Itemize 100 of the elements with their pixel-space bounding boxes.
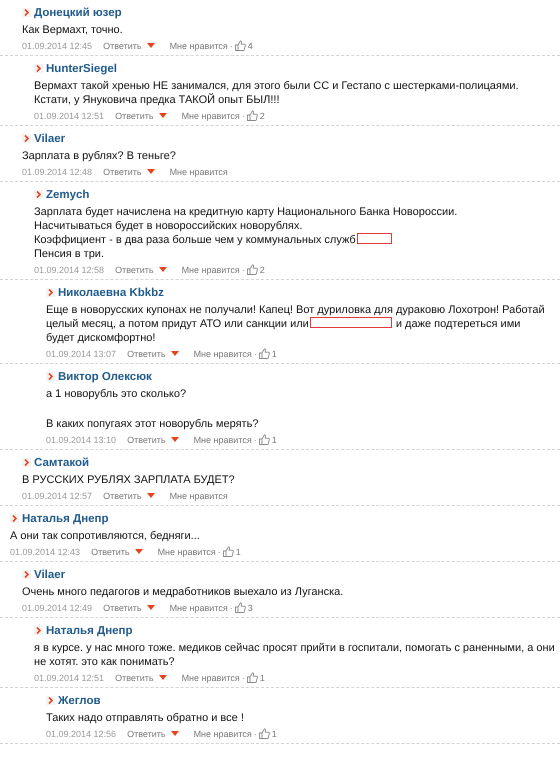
separator-dot: · [230, 602, 233, 612]
author-link[interactable]: Vilaer [34, 132, 66, 144]
comment-text: и даже подтереться ими [396, 318, 520, 330]
like-count: 1 [236, 546, 241, 556]
comment-text: Насчитываться будет в новороссийских новорублях. [34, 220, 302, 232]
thumbs-up-icon [246, 110, 258, 121]
caret-icon[interactable] [146, 605, 155, 610]
comment-date: 01.09.2014 12:49 [22, 602, 92, 612]
like-link[interactable]: Мне нравится [170, 490, 228, 500]
like-count: 4 [248, 40, 253, 50]
thumbs-up-icon [234, 40, 246, 51]
comment-text: Как Вермахт, точно. [22, 24, 123, 36]
like-link[interactable]: Мне нравится [194, 728, 252, 738]
thumbs-up-icon [258, 434, 270, 445]
caret-icon[interactable] [158, 267, 167, 272]
comment-date: 01.09.2014 12:48 [22, 166, 92, 176]
chevron-icon [22, 8, 31, 17]
caret-icon[interactable] [170, 351, 179, 356]
author-link[interactable]: Vilaer [34, 568, 66, 580]
separator-dot: · [242, 110, 245, 120]
separator-dot: · [242, 672, 245, 682]
redaction-box [356, 233, 392, 244]
author-link[interactable]: Донецкий юзер [34, 6, 122, 18]
author-link[interactable]: Самтакой [34, 456, 90, 468]
like-count: 2 [260, 110, 265, 120]
author-link[interactable]: HunterSiegel [46, 62, 117, 74]
comment-date: 01.09.2014 12:45 [22, 40, 92, 50]
like-count: 1 [272, 348, 277, 358]
chevron-icon [10, 514, 19, 523]
chevron-icon [22, 134, 31, 143]
chevron-icon [46, 288, 55, 297]
comment-text: Зарплата будет начислена на кредитную карту Национального Банка Новороссии. [34, 206, 458, 218]
like-link[interactable]: Мне нравится [170, 602, 228, 612]
comment-text: Пенсия в три. [34, 248, 104, 260]
comment-text: Таких надо отправлять обратно и все ! [46, 712, 244, 724]
caret-icon[interactable] [146, 493, 155, 498]
author-link[interactable]: Наталья Днепр [46, 624, 133, 636]
reply-link[interactable]: Ответить [115, 110, 154, 120]
like-link[interactable]: Мне нравится [170, 40, 228, 50]
like-count: 1 [272, 434, 277, 444]
comment-text: Очень много педагогов и медработников выехало из Луганска. [22, 586, 344, 598]
caret-icon[interactable] [146, 43, 155, 48]
separator-dot: · [254, 348, 257, 358]
author-link[interactable]: Zemych [46, 188, 90, 200]
separator-dot: · [218, 546, 221, 556]
reply-link[interactable]: Ответить [103, 166, 142, 176]
comment-date: 01.09.2014 12:51 [34, 672, 104, 682]
comment-text: Вермахт такой хренью НЕ занимался, для этого были СС и Гестапо с шестерками-полицаями. Кстати, у Януковича предка ТАКОЙ опыт БЫЛ!!! [34, 80, 519, 106]
comment-text: Еще в новорусских купонах не получали! Капец! Вот дуриловка для дураковю Лохотрон! Работай [46, 304, 545, 316]
comment-text: Зарплата в рублях? В теньге? [22, 150, 176, 162]
like-link[interactable]: Мне нравится [182, 264, 240, 274]
comment-date: 01.09.2014 12:43 [10, 546, 80, 556]
thumbs-up-icon [246, 264, 258, 275]
caret-icon[interactable] [158, 113, 167, 118]
chevron-icon [46, 372, 55, 381]
comment-text: В РУССКИХ РУБЛЯХ ЗАРПЛАТА БУДЕТ? [22, 474, 235, 486]
caret-icon[interactable] [170, 731, 179, 736]
like-link[interactable]: Мне нравится [182, 110, 240, 120]
like-count: 1 [260, 672, 265, 682]
caret-icon[interactable] [134, 549, 143, 554]
caret-icon[interactable] [158, 675, 167, 680]
caret-icon[interactable] [170, 437, 179, 442]
reply-link[interactable]: Ответить [103, 490, 142, 500]
author-link[interactable]: Жеглов [58, 694, 101, 706]
chevron-icon [22, 570, 31, 579]
comment-text: А они так сопротивляются, бедняги... [10, 530, 200, 542]
reply-link[interactable]: Ответить [127, 434, 166, 444]
comment-date: 01.09.2014 13:07 [46, 348, 116, 358]
author-link[interactable]: Николаевна Kbkbz [58, 286, 164, 298]
thumbs-up-icon [222, 546, 234, 557]
like-count: 2 [260, 264, 265, 274]
separator-dot: · [254, 434, 257, 444]
reply-link[interactable]: Ответить [103, 602, 142, 612]
separator-dot: · [254, 728, 257, 738]
separator-dot: · [242, 264, 245, 274]
comment-text: я в курсе. у нас много тоже. медиков сейчас просят прийти в госпитали, помогать с раненными, а они не хотят. это как понимать? [34, 642, 555, 668]
like-link[interactable]: Мне нравится [182, 672, 240, 682]
like-count: 1 [272, 728, 277, 738]
reply-link[interactable]: Ответить [115, 264, 154, 274]
like-link[interactable]: Мне нравится [158, 546, 216, 556]
comment-date: 01.09.2014 12:58 [34, 264, 104, 274]
comment-text: будет дискомфортно! [46, 332, 156, 344]
comment-date: 01.09.2014 12:56 [46, 728, 116, 738]
like-link[interactable]: Мне нравится [194, 434, 252, 444]
like-link[interactable]: Мне нравится [170, 166, 228, 176]
chevron-icon [22, 458, 31, 467]
comment-text: Коэффициент - в два раза больше чем у коммунальных служб [34, 234, 356, 246]
author-link[interactable]: Наталья Днепр [22, 512, 109, 524]
thumbs-up-icon [234, 602, 246, 613]
chevron-icon [46, 696, 55, 705]
reply-link[interactable]: Ответить [115, 672, 154, 682]
thumbs-up-icon [258, 728, 270, 739]
like-count: 3 [248, 602, 253, 612]
reply-link[interactable]: Ответить [103, 40, 142, 50]
caret-icon[interactable] [146, 169, 155, 174]
author-link[interactable]: Виктор Олексюк [58, 370, 152, 382]
like-link[interactable]: Мне нравится [194, 348, 252, 358]
reply-link[interactable]: Ответить [127, 348, 166, 358]
reply-link[interactable]: Ответить [127, 728, 166, 738]
reply-link[interactable]: Ответить [91, 546, 130, 556]
